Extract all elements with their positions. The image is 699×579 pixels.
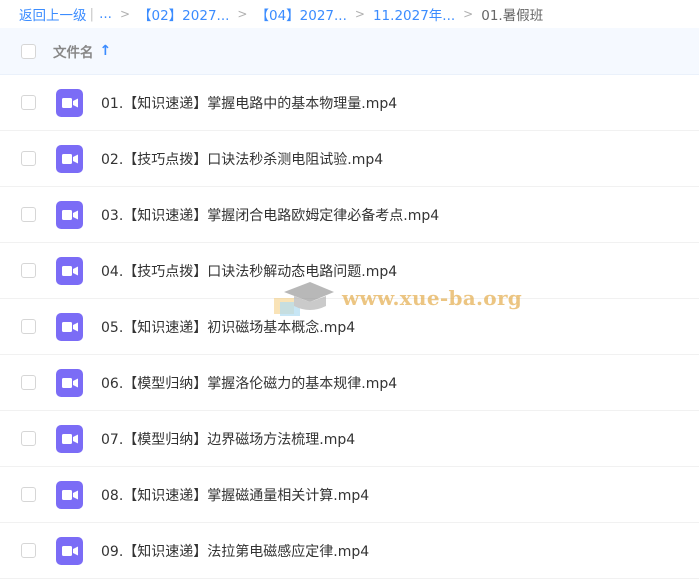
breadcrumb-current: 01.暑假班 — [481, 7, 544, 24]
breadcrumb-arrow: > — [237, 6, 248, 21]
file-row[interactable]: 05.【知识速递】初识磁场基本概念.mp4 — [0, 299, 699, 355]
file-row[interactable]: 03.【知识速递】掌握闭合电路欧姆定律必备考点.mp4 — [0, 187, 699, 243]
row-checkbox[interactable] — [21, 151, 36, 166]
file-row[interactable]: 08.【知识速递】掌握磁通量相关计算.mp4 — [0, 467, 699, 523]
breadcrumb-item-3[interactable]: 11.2027年... — [373, 4, 455, 24]
file-list: 01.【知识速递】掌握电路中的基本物理量.mp4 02.【技巧点拨】口诀法秒杀测… — [0, 75, 699, 579]
file-name[interactable]: 05.【知识速递】初识磁场基本概念.mp4 — [101, 317, 355, 337]
file-row[interactable]: 06.【模型归纳】掌握洛伦磁力的基本规律.mp4 — [0, 355, 699, 411]
file-row[interactable]: 07.【模型归纳】边界磁场方法梳理.mp4 — [0, 411, 699, 467]
file-row[interactable]: 09.【知识速递】法拉第电磁感应定律.mp4 — [0, 523, 699, 579]
video-file-icon — [56, 88, 83, 117]
video-file-icon — [56, 200, 83, 229]
row-checkbox[interactable] — [21, 487, 36, 502]
row-checkbox[interactable] — [21, 95, 36, 110]
breadcrumb-item-2[interactable]: 【04】2027... — [255, 4, 346, 24]
file-name[interactable]: 02.【技巧点拨】口诀法秒杀测电阻试验.mp4 — [101, 149, 383, 169]
breadcrumb-arrow: > — [354, 6, 365, 21]
sort-ascending-icon[interactable]: ↑ — [100, 43, 112, 59]
breadcrumb-arrow: > — [463, 6, 474, 21]
video-file-icon — [56, 368, 83, 397]
row-checkbox[interactable] — [21, 207, 36, 222]
breadcrumb: 返回上一级 | ... > 【02】2027... > 【04】2027... … — [0, 0, 699, 27]
video-file-icon — [56, 424, 83, 453]
video-file-icon — [56, 480, 83, 509]
breadcrumb-arrow: > — [119, 6, 130, 21]
row-checkbox[interactable] — [21, 543, 36, 558]
video-file-icon — [56, 256, 83, 285]
row-checkbox[interactable] — [21, 263, 36, 278]
file-name[interactable]: 09.【知识速递】法拉第电磁感应定律.mp4 — [101, 541, 369, 561]
row-checkbox[interactable] — [21, 319, 36, 334]
filename-header-label: 文件名 — [53, 45, 94, 61]
video-file-icon — [56, 536, 83, 565]
video-file-icon — [56, 312, 83, 341]
file-row[interactable]: 04.【技巧点拨】口诀法秒解动态电路问题.mp4 — [0, 243, 699, 299]
file-name[interactable]: 08.【知识速递】掌握磁通量相关计算.mp4 — [101, 485, 369, 505]
file-name[interactable]: 04.【技巧点拨】口诀法秒解动态电路问题.mp4 — [101, 261, 397, 281]
file-name[interactable]: 07.【模型归纳】边界磁场方法梳理.mp4 — [101, 429, 355, 449]
file-name[interactable]: 03.【知识速递】掌握闭合电路欧姆定律必备考点.mp4 — [101, 205, 439, 225]
row-checkbox[interactable] — [21, 431, 36, 446]
row-checkbox[interactable] — [21, 375, 36, 390]
breadcrumb-divider: | — [89, 5, 95, 22]
breadcrumb-item-1[interactable]: 【02】2027... — [138, 4, 229, 24]
video-file-icon — [56, 144, 83, 173]
file-list-header: 文件名 ↑ — [0, 28, 699, 75]
file-name[interactable]: 06.【模型归纳】掌握洛伦磁力的基本规律.mp4 — [101, 373, 397, 393]
breadcrumb-ellipsis[interactable]: ... — [99, 6, 112, 22]
file-row[interactable]: 02.【技巧点拨】口诀法秒杀测电阻试验.mp4 — [0, 131, 699, 187]
file-name[interactable]: 01.【知识速递】掌握电路中的基本物理量.mp4 — [101, 93, 397, 113]
filename-column-header[interactable]: 文件名 ↑ — [53, 41, 111, 61]
select-all-checkbox[interactable] — [21, 43, 36, 59]
file-row[interactable]: 01.【知识速递】掌握电路中的基本物理量.mp4 — [0, 75, 699, 131]
back-link[interactable]: 返回上一级 — [19, 4, 87, 24]
